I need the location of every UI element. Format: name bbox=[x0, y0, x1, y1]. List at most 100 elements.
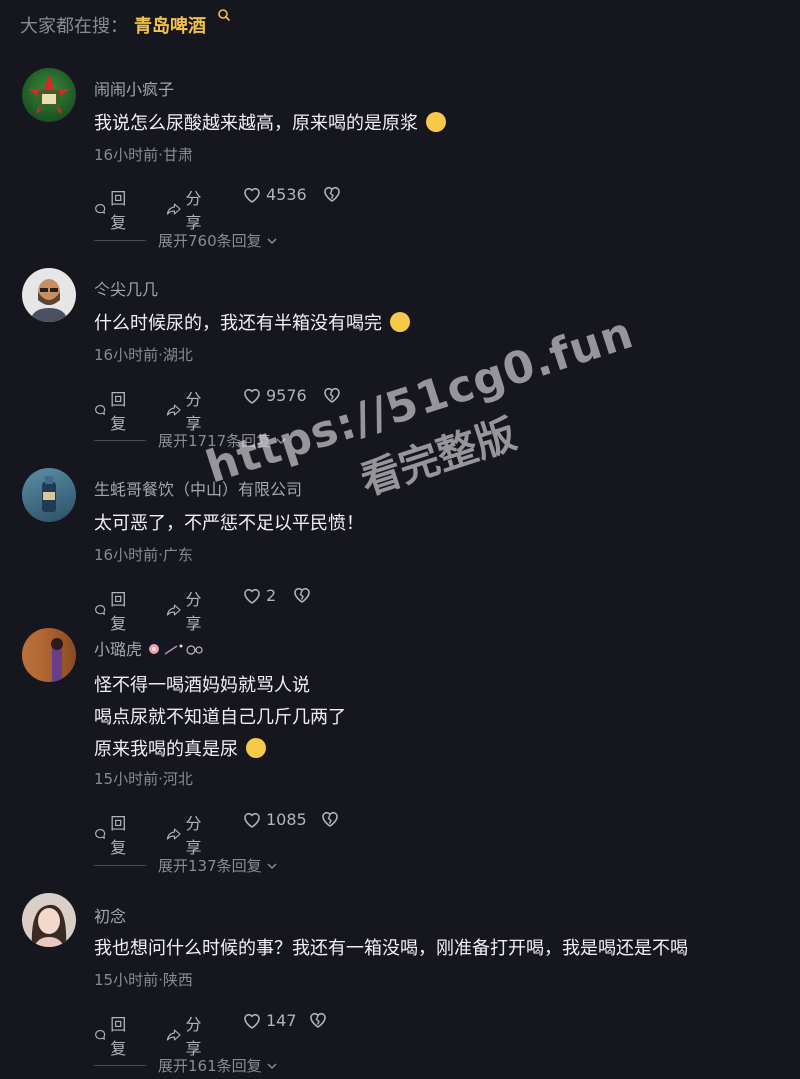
comment-text: 我说怎么尿酸越来越高，原来喝的是原浆 bbox=[94, 108, 446, 140]
commenter-name[interactable]: 闹闹小疯子 bbox=[94, 76, 174, 100]
broken-heart-icon bbox=[324, 387, 340, 403]
dislike-button[interactable] bbox=[292, 586, 312, 604]
dislike-button[interactable] bbox=[320, 810, 340, 828]
dislike-button[interactable] bbox=[322, 185, 342, 203]
cartoon-man-avatar-icon bbox=[30, 279, 68, 322]
share-label: 分享 bbox=[185, 590, 202, 633]
reply-label: 回复 bbox=[110, 390, 127, 433]
like-button[interactable]: 147 bbox=[242, 1011, 297, 1030]
share-label: 分享 bbox=[185, 1015, 202, 1058]
expand-replies[interactable]: 展开161条回复 bbox=[94, 1055, 278, 1076]
share-button[interactable]: 分享 bbox=[166, 185, 208, 233]
heart-icon bbox=[244, 812, 260, 828]
heart-icon bbox=[244, 187, 260, 203]
reply-button[interactable]: 回复 bbox=[94, 386, 132, 434]
comment-line-with-emoji: 原来我喝的真是尿 bbox=[94, 734, 346, 766]
commenter-name[interactable]: 初念 bbox=[94, 903, 126, 927]
avatar[interactable] bbox=[22, 893, 76, 947]
like-count: 1085 bbox=[266, 810, 307, 829]
hot-search-bar[interactable]: 大家都在搜： 青岛啤酒 bbox=[20, 9, 231, 38]
avatar[interactable] bbox=[22, 628, 76, 682]
commenter-name[interactable]: 小璐虎 bbox=[94, 636, 207, 660]
woman-photo-avatar-icon bbox=[31, 904, 67, 947]
heart-icon bbox=[244, 588, 260, 604]
bottle-photo-avatar-icon bbox=[42, 476, 56, 512]
hot-search-term[interactable]: 青岛啤酒 bbox=[134, 16, 206, 37]
comment-meta: 15小时前·河北 bbox=[94, 770, 193, 788]
broken-heart-icon bbox=[324, 186, 340, 202]
comment-line: 我也想问什么时候的事？我还有一箱没喝，刚准备打开喝，我是喝还是不喝 bbox=[94, 938, 688, 959]
divider bbox=[94, 440, 146, 441]
comment-line: 我说怎么尿酸越来越高，原来喝的是原浆 bbox=[94, 113, 418, 134]
expand-replies-label: 展开137条回复 bbox=[158, 857, 262, 875]
expand-replies[interactable]: 展开137条回复 bbox=[94, 855, 278, 876]
like-count: 4536 bbox=[266, 185, 307, 204]
avatar[interactable] bbox=[22, 468, 76, 522]
expand-replies-label: 展开1717条回复 bbox=[158, 432, 272, 450]
comment-text: 太可恶了，不严惩不足以平民愤！ bbox=[94, 508, 364, 540]
comment-line: 什么时候尿的，我还有半箱没有喝完 bbox=[94, 313, 382, 334]
divider bbox=[94, 865, 146, 866]
reply-icon bbox=[95, 605, 106, 615]
comment-text: 什么时候尿的，我还有半箱没有喝完 bbox=[94, 308, 410, 340]
pleading-face-emoji-icon bbox=[246, 738, 266, 758]
flower-decoration-icon bbox=[149, 644, 203, 655]
dislike-button[interactable] bbox=[322, 386, 342, 404]
reply-icon bbox=[95, 829, 106, 839]
heart-icon bbox=[244, 1013, 260, 1029]
avatar[interactable] bbox=[22, 268, 76, 322]
reply-icon bbox=[95, 405, 106, 415]
share-label: 分享 bbox=[185, 189, 202, 232]
like-button[interactable]: 2 bbox=[242, 586, 276, 605]
like-button[interactable]: 9576 bbox=[242, 386, 307, 405]
share-button[interactable]: 分享 bbox=[166, 810, 208, 858]
commenter-name-text: 小璐虎 bbox=[94, 640, 143, 659]
reply-label: 回复 bbox=[110, 814, 127, 857]
star-logo-icon bbox=[28, 74, 70, 114]
like-count: 2 bbox=[266, 586, 277, 605]
search-icon bbox=[218, 9, 231, 22]
reply-label: 回复 bbox=[110, 189, 127, 232]
hot-search-label: 大家都在搜： bbox=[20, 16, 128, 37]
comment-line: 太可恶了，不严惩不足以平民愤！ bbox=[94, 513, 364, 534]
like-button[interactable]: 4536 bbox=[242, 185, 307, 204]
like-button[interactable]: 1085 bbox=[242, 810, 307, 829]
share-icon bbox=[166, 1029, 181, 1041]
comment-meta: 16小时前·广东 bbox=[94, 546, 193, 564]
broken-heart-icon bbox=[310, 1012, 326, 1028]
divider bbox=[94, 1065, 146, 1066]
heart-icon bbox=[244, 388, 260, 404]
chevron-down-icon bbox=[276, 437, 286, 444]
share-button[interactable]: 分享 bbox=[166, 1011, 208, 1059]
share-button[interactable]: 分享 bbox=[166, 386, 208, 434]
commenter-name[interactable]: 生蚝哥餐饮（中山）有限公司 bbox=[94, 476, 302, 500]
expand-replies-label: 展开161条回复 bbox=[158, 1057, 262, 1075]
reply-label: 回复 bbox=[110, 590, 127, 633]
comment-text: 怪不得一喝酒妈妈就骂人说 喝点尿就不知道自己几斤几两了 原来我喝的真是尿 bbox=[94, 670, 346, 766]
chevron-down-icon bbox=[267, 862, 277, 869]
reply-button[interactable]: 回复 bbox=[94, 1011, 132, 1059]
commenter-name[interactable]: 仒尖几几 bbox=[94, 276, 158, 300]
comment-line: 原来我喝的真是尿 bbox=[94, 739, 238, 760]
like-count: 9576 bbox=[266, 386, 307, 405]
share-label: 分享 bbox=[185, 390, 202, 433]
crying-face-emoji-icon bbox=[390, 312, 410, 332]
share-icon bbox=[166, 203, 181, 215]
broken-heart-icon bbox=[322, 811, 338, 827]
expand-replies[interactable]: 展开1717条回复 bbox=[94, 430, 287, 451]
dislike-button[interactable] bbox=[308, 1011, 328, 1029]
comment-meta: 16小时前·湖北 bbox=[94, 346, 193, 364]
reply-icon bbox=[95, 1030, 106, 1040]
share-icon bbox=[166, 828, 181, 840]
reply-button[interactable]: 回复 bbox=[94, 586, 132, 634]
reply-button[interactable]: 回复 bbox=[94, 185, 132, 233]
reply-button[interactable]: 回复 bbox=[94, 810, 132, 858]
expand-replies[interactable]: 展开760条回复 bbox=[94, 230, 278, 251]
reply-label: 回复 bbox=[110, 1015, 127, 1058]
share-button[interactable]: 分享 bbox=[166, 586, 208, 634]
comment-meta: 16小时前·甘肃 bbox=[94, 146, 193, 164]
divider bbox=[94, 240, 146, 241]
avatar[interactable] bbox=[22, 68, 76, 122]
chevron-down-icon bbox=[267, 237, 277, 244]
share-label: 分享 bbox=[185, 814, 202, 857]
